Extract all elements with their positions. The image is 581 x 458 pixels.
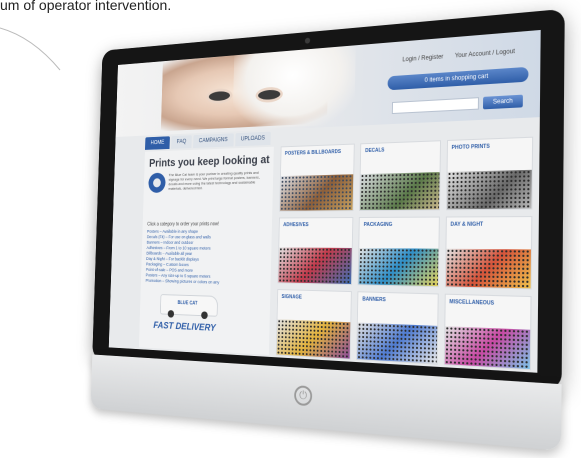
tab-uploads[interactable]: UPLOADS	[234, 131, 272, 147]
van-logo-text: BLUE CAT	[177, 300, 198, 307]
card-image	[278, 247, 353, 285]
product-card-photo-prints[interactable]: PHOTO PRINTS	[445, 136, 534, 211]
page-title: Prints you keep looking at	[148, 152, 270, 170]
product-card-day-night[interactable]: DAY & NIGHT	[444, 215, 533, 290]
card-title: PACKAGING	[363, 221, 393, 228]
product-card-banners[interactable]: BANNERS	[356, 291, 439, 365]
product-card-posters-billboards[interactable]: POSTERS & BILLBOARDS	[279, 143, 356, 212]
left-column: Prints you keep looking at The Blue Cat …	[138, 146, 274, 355]
product-card-packaging[interactable]: PACKAGING	[357, 216, 440, 288]
fast-delivery-label: FAST DELIVERY	[153, 320, 216, 334]
monitor: Login / Register Your Account / Logout 0…	[83, 8, 576, 458]
card-image	[444, 325, 531, 370]
header-banner: Login / Register Your Account / Logout 0…	[115, 29, 541, 137]
search-input[interactable]	[391, 97, 480, 115]
delivery-van-icon: BLUE CAT	[159, 292, 219, 320]
card-image	[360, 171, 440, 210]
card-image	[357, 322, 437, 364]
power-icon[interactable]: ⏻	[293, 385, 313, 407]
tab-faq[interactable]: FAQ	[171, 135, 192, 149]
card-image	[276, 318, 351, 359]
categories-intro: Click a category to order your prints no…	[147, 221, 220, 228]
intro-paragraph: The Blue Cat team is your partner in cre…	[168, 170, 260, 191]
card-title: PHOTO PRINTS	[451, 143, 490, 152]
card-image	[446, 169, 532, 210]
card-title: DECALS	[365, 147, 385, 155]
monitor-bezel: Login / Register Your Account / Logout 0…	[92, 8, 565, 390]
login-link[interactable]: Login / Register	[402, 54, 443, 63]
search-button[interactable]: Search	[482, 94, 523, 110]
cat-logo-icon	[148, 172, 166, 193]
card-title: ADHESIVES	[283, 222, 309, 229]
screen: Login / Register Your Account / Logout 0…	[108, 29, 541, 373]
card-title: SIGNAGE	[281, 294, 302, 301]
banner-hair-image	[232, 35, 356, 130]
card-title: MISCELLANEOUS	[449, 299, 495, 307]
account-link[interactable]: Your Account / Logout	[455, 49, 515, 60]
product-card-adhesives[interactable]: ADHESIVES	[277, 217, 354, 286]
product-card-miscellaneous[interactable]: MISCELLANEOUS	[443, 293, 532, 371]
card-title: BANNERS	[362, 296, 386, 304]
card-title: DAY & NIGHT	[450, 221, 484, 228]
tab-home[interactable]: HOME	[145, 136, 170, 150]
product-card-signage[interactable]: SIGNAGE	[275, 289, 353, 360]
card-image	[445, 248, 531, 289]
cart-button[interactable]: 0 items in shopping cart	[387, 66, 529, 91]
category-list: Posters – Available in any shape Decals …	[145, 229, 268, 287]
card-image	[358, 247, 439, 287]
header-links: Login / Register Your Account / Logout	[402, 47, 534, 69]
card-title: POSTERS & BILLBOARDS	[284, 149, 341, 157]
tab-campaigns[interactable]: CAMPAIGNS	[193, 133, 234, 148]
camera-icon	[304, 37, 311, 44]
product-card-decals[interactable]: DECALS	[359, 140, 441, 212]
product-grid: POSTERS & BILLBOARDS DECALS PHOTO PRINTS…	[275, 136, 534, 371]
card-image	[280, 173, 354, 211]
